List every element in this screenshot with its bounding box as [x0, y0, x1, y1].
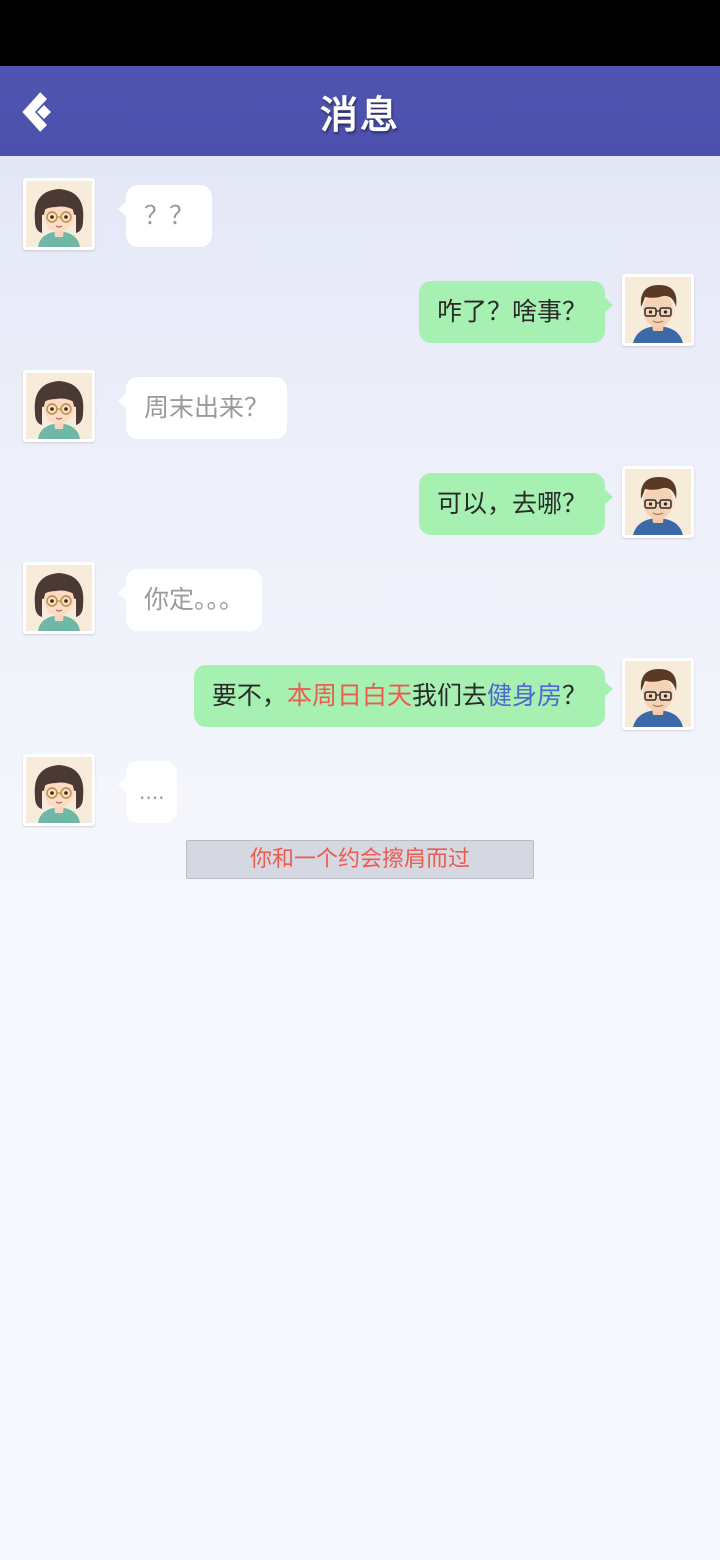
- message-bubble-outgoing: 要不，本周日白天我们去健身房？: [193, 665, 614, 727]
- message-text: 要不，: [211, 681, 287, 710]
- system-notice: 你和一个约会擦肩而过: [186, 840, 534, 879]
- message-bubble-incoming: ？？: [117, 185, 213, 247]
- girl-avatar-icon[interactable]: [23, 562, 95, 634]
- chat-area: [0, 156, 720, 916]
- message-text: 我们去: [411, 681, 487, 710]
- message-bubble-incoming: ....: [117, 761, 178, 823]
- girl-avatar-icon[interactable]: [23, 178, 95, 250]
- girl-avatar-icon[interactable]: [23, 754, 95, 826]
- boy-avatar-icon[interactable]: [622, 658, 694, 730]
- message-text: ？: [561, 681, 587, 710]
- message-bubble-incoming: 你定。。。: [117, 569, 263, 631]
- girl-avatar-icon[interactable]: [23, 370, 95, 442]
- boy-avatar-icon[interactable]: [622, 274, 694, 346]
- highlight-place: 健身房: [486, 681, 562, 710]
- message-bubble-incoming: 周末出来？: [117, 377, 288, 439]
- page-title: 消息: [319, 93, 400, 137]
- status-bar: [0, 0, 720, 66]
- header: 消息: [0, 66, 720, 156]
- highlight-time: 本周日白天: [286, 681, 412, 710]
- boy-avatar-icon[interactable]: [622, 466, 694, 538]
- message-bubble-outgoing: 咋了？啥事？: [418, 281, 614, 343]
- message-bubble-outgoing: 可以，去哪？: [418, 473, 614, 535]
